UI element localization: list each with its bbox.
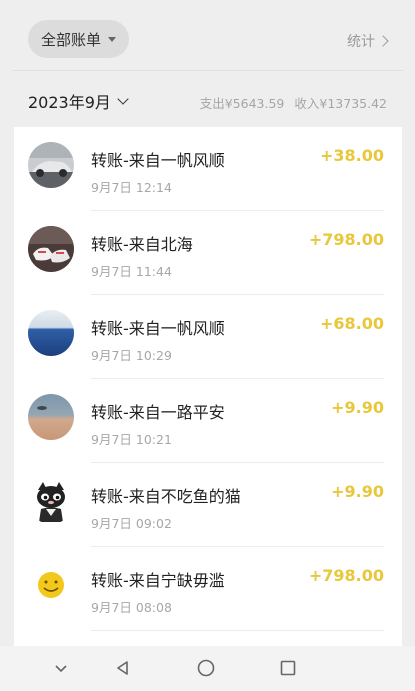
transaction-time: 9月7日 10:21 [91,432,172,447]
smiley-face-icon [28,562,74,608]
chevron-right-icon [377,35,389,47]
transaction-row[interactable]: 转账-来自一路平安 9月7日 10:21 +9.90 [14,379,402,463]
home-icon[interactable] [193,655,219,681]
transaction-title: 转账-来自一路平安 [91,403,225,422]
month-summary: 支出¥5643.59 收入¥13735.42 [200,93,387,112]
car-photo-icon [28,142,74,188]
avatar [28,310,74,356]
transaction-row[interactable]: 转账-来自北海 9月7日 11:44 +798.00 [14,211,402,295]
transaction-title: 转账-来自一帆风顺 [91,151,225,170]
chevron-down-icon [55,665,67,673]
transaction-amount: +798.00 [308,230,384,249]
transaction-row[interactable]: 转账-来自一帆风顺 9月7日 12:14 +38.00 [14,127,402,211]
transaction-time: 9月7日 08:08 [91,600,172,615]
system-nav-bar [0,646,415,691]
transaction-time: 9月7日 12:14 [91,180,172,195]
transaction-time: 9月7日 11:44 [91,264,172,279]
transaction-row[interactable]: 转账-来自一帆风顺 9月7日 10:29 +68.00 [14,295,402,379]
transaction-amount: +9.90 [331,398,384,417]
avatar [28,394,74,440]
transaction-row[interactable]: 转账-来自宁缺毋滥 9月7日 08:08 +798.00 [14,547,402,631]
income-total: 收入¥13735.42 [294,96,387,111]
square-recents-icon [280,660,296,676]
stats-label: 统计 [347,34,375,50]
chevron-down-icon [117,93,129,105]
collapse-icon[interactable] [48,655,74,681]
avatar [28,142,74,188]
beach-photo-icon [28,394,74,440]
triangle-back-icon [117,661,128,675]
circle-home-icon [197,659,215,677]
month-selector[interactable]: 2023年9月 [28,89,129,113]
month-label: 2023年9月 [28,93,111,112]
transaction-amount: +38.00 [319,146,384,165]
transaction-amount: +9.90 [331,482,384,501]
transaction-title: 转账-来自北海 [91,235,193,254]
sneakers-photo-icon [28,226,74,272]
bill-filter-button[interactable]: 全部账单 [28,20,129,58]
sea-photo-icon [28,310,74,356]
month-row: 2023年9月 支出¥5643.59 收入¥13735.42 [0,71,415,127]
transaction-title: 转账-来自不吃鱼的猫 [91,487,241,506]
transaction-row[interactable]: 转账-来自不吃鱼的猫 9月7日 09:02 +9.90 [14,463,402,547]
avatar [28,226,74,272]
transaction-time: 9月7日 10:29 [91,348,172,363]
row-divider [91,630,384,631]
transaction-title: 转账-来自一帆风顺 [91,319,225,338]
top-bar: 全部账单 统计 [0,0,415,70]
back-icon[interactable] [110,655,136,681]
expense-total: 支出¥5643.59 [199,96,285,111]
cartoon-cat-icon [28,478,74,524]
bill-list-screen: 全部账单 统计 2023年9月 支出¥5643.59 收入¥13735.42 转… [0,0,415,691]
transaction-time: 9月7日 09:02 [91,516,172,531]
transaction-list: 转账-来自一帆风顺 9月7日 12:14 +38.00 转账-来自北海 9月7日… [14,127,402,646]
transaction-amount: +798.00 [308,566,384,585]
recents-icon[interactable] [275,655,301,681]
avatar [28,478,74,524]
caret-down-icon [108,36,116,42]
filter-label: 全部账单 [40,30,101,49]
transaction-title: 转账-来自宁缺毋滥 [91,571,225,590]
stats-link[interactable]: 统计 [347,31,389,51]
transaction-amount: +68.00 [319,314,384,333]
avatar [28,562,74,608]
